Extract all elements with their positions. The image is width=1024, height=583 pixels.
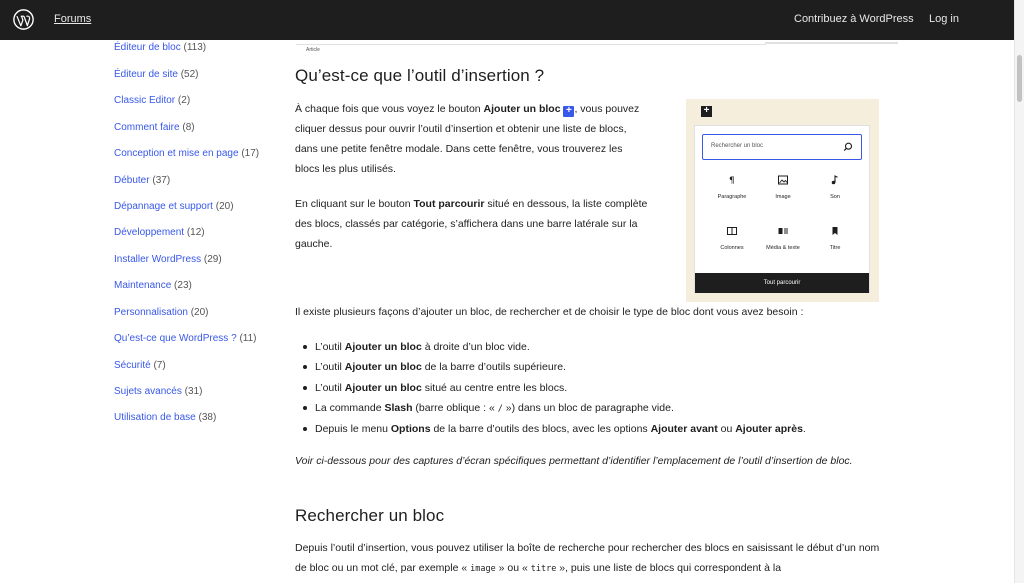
plus-icon: + [701, 106, 712, 117]
sidebar-item-editeur-de-site[interactable]: Éditeur de site (52) [114, 69, 199, 80]
list-item: L’outil Ajouter un bloc de la barre d’ou… [303, 357, 806, 377]
sidebar-item-debuter[interactable]: Débuter (37) [114, 175, 170, 186]
sidebar-item-developpement[interactable]: Développement (12) [114, 227, 205, 238]
inserter-illustration: + Rechercher un bloc ¶ Paragraphe Image … [686, 99, 879, 302]
sidebar-item-depannage[interactable]: Dépannage et support (20) [114, 201, 234, 212]
paragraph-search: Depuis l’outil d’insertion, vous pouvez … [295, 542, 880, 574]
heading-icon [832, 227, 838, 235]
add-block-icon: + [563, 106, 575, 117]
paragraph-browse-all: En cliquant sur le bouton Tout parcourir… [295, 198, 648, 250]
browse-all-button: Tout parcourir [695, 273, 869, 293]
sidebar-item-installer-wordpress[interactable]: Installer WordPress (29) [114, 254, 222, 265]
block-columns: Colonnes [705, 225, 759, 251]
paragraph-icon: ¶ [729, 176, 735, 186]
list-item: L’outil Ajouter un bloc à droite d’un bl… [303, 337, 806, 357]
scrollbar-thumb[interactable] [1017, 55, 1022, 102]
block-audio: Son [808, 174, 862, 200]
block-media-text: Média & texte [756, 225, 810, 251]
sidebar-item-securite[interactable]: Sécurité (7) [114, 360, 166, 371]
sidebar-item-maintenance[interactable]: Maintenance (23) [114, 280, 192, 291]
list-item: L’outil Ajouter un bloc situé au centre … [303, 378, 806, 398]
block-search-input: Rechercher un bloc [702, 134, 862, 160]
list-item: La commande Slash (barre oblique : « / »… [303, 398, 806, 419]
page-scrollbar[interactable] [1014, 0, 1024, 583]
block-heading: Titre [808, 225, 862, 251]
sidebar-item-classic-editor[interactable]: Classic Editor (2) [114, 95, 190, 106]
sidebar-item-comment-faire[interactable]: Comment faire (8) [114, 122, 195, 133]
columns-icon [727, 227, 737, 235]
forums-link[interactable]: Forums [54, 13, 91, 25]
paragraph-screenshots-note: Voir ci-dessous pour des captures d’écra… [295, 455, 853, 467]
search-icon [843, 142, 853, 152]
sidebar-item-utilisation-de-base[interactable]: Utilisation de base (38) [114, 412, 216, 423]
previous-image-edge-right [765, 42, 898, 44]
heading-inserter: Qu’est-ce que l’outil d’insertion ? [295, 66, 545, 85]
paragraph-add-block: À chaque fois que vous voyez le bouton A… [295, 103, 640, 175]
sidebar-item-quest-ce-que-wordpress[interactable]: Qu’est-ce que WordPress ? (11) [114, 333, 256, 344]
block-image: Image [756, 174, 810, 200]
sidebar-item-editeur-de-bloc[interactable]: Éditeur de bloc (113) [114, 42, 206, 53]
sidebar-item-sujets-avances[interactable]: Sujets avancés (31) [114, 386, 202, 397]
sidebar-item-personnalisation[interactable]: Personnalisation (20) [114, 307, 209, 318]
svg-text:¶: ¶ [729, 176, 735, 186]
contribute-link[interactable]: Contribuez à WordPress [794, 13, 914, 25]
media-text-icon [778, 228, 788, 234]
block-paragraph: ¶ Paragraphe [717, 176, 747, 200]
paragraph-ways: Il existe plusieurs façons d’ajouter un … [295, 306, 804, 318]
previous-image-edge [296, 44, 766, 45]
sidebar-item-conception[interactable]: Conception et mise en page (17) [114, 148, 259, 159]
global-header: Forums Contribuez à WordPress Log in [0, 0, 1014, 40]
login-link[interactable]: Log in [929, 13, 959, 25]
list-item: Depuis le menu Options de la barre d’out… [303, 419, 806, 439]
wordpress-logo-icon[interactable] [13, 9, 34, 30]
image-icon [778, 175, 788, 185]
ways-list: L’outil Ajouter un bloc à droite d’un bl… [303, 337, 806, 439]
audio-icon [831, 175, 838, 185]
heading-search-block: Rechercher un bloc [295, 506, 445, 525]
previous-image-caption: Article [306, 47, 320, 53]
inserter-panel: Rechercher un bloc ¶ Paragraphe Image So… [694, 125, 870, 293]
